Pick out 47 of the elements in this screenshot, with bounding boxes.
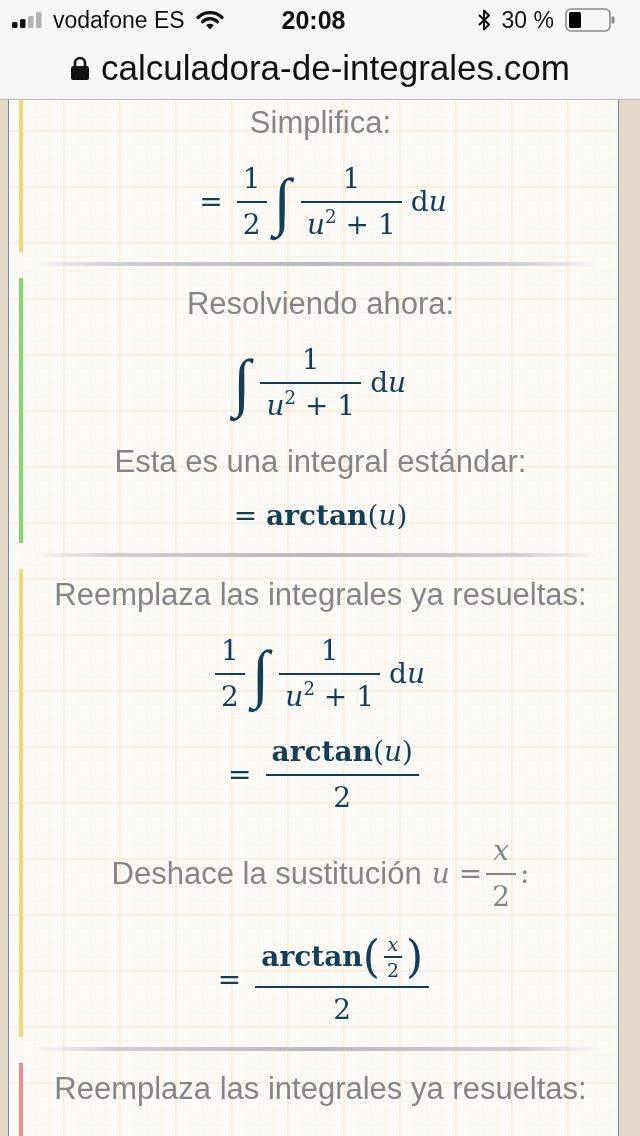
math-expression: u$^{2}$ + 1 <box>266 389 356 423</box>
math-expression: arctan(u) <box>271 735 413 769</box>
equals-sign: = <box>199 185 223 219</box>
math-expression: u = <box>431 857 483 891</box>
integral-sign: ∫ <box>229 341 254 425</box>
math-expression: 1 <box>242 162 261 196</box>
lock-icon <box>70 54 91 81</box>
integral-sign: ∫ <box>248 632 273 716</box>
math-expression: 1 <box>301 343 320 377</box>
math-expression: 2 <box>242 208 261 242</box>
wifi-icon <box>195 10 224 30</box>
math-expression: 2 <box>386 959 399 981</box>
carrier-name: vodafone ES <box>53 6 185 34</box>
math-expression: u$^{2}$ + 1 <box>307 208 396 242</box>
math-expression: du <box>370 366 407 400</box>
battery-percentage: 30 % <box>501 6 554 34</box>
math-expression: 1 <box>342 162 361 196</box>
battery-icon <box>565 8 615 32</box>
math-expression: arctan <box>261 940 363 974</box>
math-expression: 2 <box>333 781 352 815</box>
math-expression: du <box>410 185 447 219</box>
math-expression: 2 <box>220 680 239 714</box>
math-expression: x <box>493 834 509 868</box>
step-instruction: Deshace la sustitución <box>111 856 422 892</box>
math-expression: 1 <box>320 634 339 668</box>
math-expression: du <box>389 657 425 691</box>
step-instruction: Esta es una integral estándar: <box>114 444 527 480</box>
equals-sign: = <box>228 758 252 792</box>
math-expression: 2 <box>333 993 352 1027</box>
integral-sign: ∫ <box>270 160 295 244</box>
step-instruction: Simplifica: <box>249 105 392 141</box>
math-expression: = arctan(u) <box>233 499 408 533</box>
step-instruction: Reemplaza las integrales ya resueltas: <box>54 1071 587 1107</box>
math-expression: u$^{2}$ + 1 <box>285 680 375 714</box>
parenthesis: ( <box>362 935 380 979</box>
math-expression: 2 <box>492 880 510 914</box>
math-expression: 1 <box>220 634 239 668</box>
bluetooth-icon <box>476 8 491 32</box>
page-url[interactable]: calculadora-de-integrales.com <box>101 47 570 88</box>
clock-time: 20:08 <box>281 5 346 35</box>
step-instruction: Reemplaza las integrales ya resueltas: <box>54 577 587 613</box>
math-expression: x <box>387 933 399 955</box>
equals-sign: = <box>217 963 242 997</box>
signal-strength-icon <box>12 12 42 28</box>
math-expression: : <box>520 857 530 891</box>
step-instruction: Resolviendo ahora: <box>186 286 455 322</box>
parenthesis: ) <box>405 935 424 979</box>
